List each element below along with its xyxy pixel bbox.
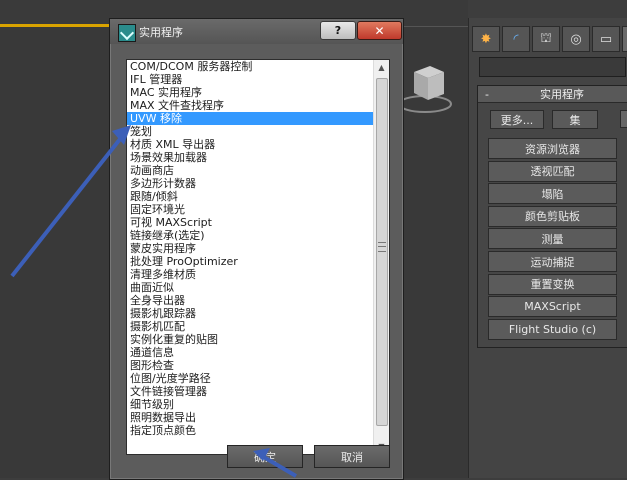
rollout-header[interactable]: - 实用程序 [478,86,627,103]
utilities-icon[interactable]: ⚒ [622,26,627,52]
utility-button[interactable]: 运动捕捉 [488,251,617,272]
list-item[interactable]: 图形检查 [127,359,373,372]
list-item[interactable]: 材质 XML 导出器 [127,138,373,151]
utilities-dialog: 实用程序 ? ✕ COM/DCOM 服务器控制 IFL 管理器 MAC 实用程序 MA… [109,18,404,480]
list-item[interactable]: MAC 实用程序 [127,86,373,99]
list-item[interactable]: 摄影机跟踪器 [127,307,373,320]
utility-button[interactable]: MAXScript [488,296,617,318]
utilities-list: COM/DCOM 服务器控制 IFL 管理器 MAC 实用程序 MAX 文件查找程序 U… [127,60,373,437]
cancel-button[interactable]: 取消 [314,445,390,468]
utility-button[interactable]: 塌陷 [488,183,617,205]
list-item[interactable]: 实例化重复的贴图 [127,333,373,346]
list-item[interactable]: 全身导出器 [127,294,373,307]
list-item[interactable]: 细节级别 [127,398,373,411]
more-button[interactable]: 更多... [490,110,544,129]
collapse-icon[interactable]: - [478,88,496,101]
list-item[interactable]: 通道信息 [127,346,373,359]
utilities-rollout: - 实用程序 更多... 集 资源浏览器 透视匹配 塌陷 颜色剪贴板 测量 运动捕捉 重置变… [477,85,627,348]
list-item[interactable]: 跟随/倾斜 [127,190,373,203]
list-item[interactable]: 蒙皮实用程序 [127,242,373,255]
ok-button[interactable]: 确定 [227,445,303,468]
list-item[interactable]: 场景效果加载器 [127,151,373,164]
hierarchy-icon[interactable]: ⛫ [532,26,560,52]
app-icon [118,24,136,42]
list-item[interactable]: MAX 文件查找程序 [127,99,373,112]
list-item[interactable]: 多边形计数器 [127,177,373,190]
utility-button[interactable]: 颜色剪贴板 [488,205,617,227]
list-item[interactable]: 位图/光度学路径 [127,372,373,385]
list-item[interactable]: 指定顶点颜色 [127,424,373,437]
help-button[interactable]: ? [320,21,356,40]
sets-button[interactable]: 集 [552,110,598,129]
list-item[interactable]: 曲面近似 [127,281,373,294]
display-icon[interactable]: ▭ [592,26,620,52]
list-item[interactable]: 动画商店 [127,164,373,177]
object-name-field[interactable] [479,57,626,77]
list-item[interactable]: UVW 移除 [127,112,373,125]
list-item[interactable]: 文件链接管理器 [127,385,373,398]
utility-button[interactable]: 测量 [488,228,617,250]
list-item[interactable]: 批处理 ProOptimizer [127,255,373,268]
list-item[interactable]: 笼划 [127,125,373,138]
dialog-title: 实用程序 [139,26,183,39]
utility-button[interactable]: 透视匹配 [488,160,617,182]
list-item[interactable]: 照明数据导出 [127,411,373,424]
utility-button[interactable]: 重置变换 [488,273,617,295]
motion-icon[interactable]: ◎ [562,26,590,52]
utilities-listbox[interactable]: COM/DCOM 服务器控制 IFL 管理器 MAC 实用程序 MAX 文件查找程序 U… [126,59,390,455]
close-button[interactable]: ✕ [357,21,402,40]
command-panel-tabs: ✸ ◜ ⛫ ◎ ▭ ⚒ [472,26,627,52]
list-scrollbar[interactable]: ▲ ▼ [373,60,389,454]
rollout-title: 实用程序 [540,88,584,101]
list-item[interactable]: 清理多维材质 [127,268,373,281]
scroll-up-icon[interactable]: ▲ [374,60,389,75]
viewcube-icon[interactable] [396,60,454,118]
list-item[interactable]: 链接继承(选定) [127,229,373,242]
create-icon[interactable]: ✸ [472,26,500,52]
list-item[interactable]: 可视 MAXScript [127,216,373,229]
utility-button[interactable]: Flight Studio (c) [488,318,617,340]
list-item[interactable]: IFL 管理器 [127,73,373,86]
scroll-grip-icon [378,242,386,252]
dialog-titlebar[interactable]: 实用程序 ? ✕ [110,19,403,44]
list-item[interactable]: 摄影机匹配 [127,320,373,333]
list-item[interactable]: 固定环境光 [127,203,373,216]
configure-sets-icon[interactable] [620,110,627,128]
utility-button[interactable]: 资源浏览器 [488,138,617,159]
scroll-thumb[interactable] [376,78,388,426]
list-item[interactable]: COM/DCOM 服务器控制 [127,60,373,73]
modify-icon[interactable]: ◜ [502,26,530,52]
more-sets-row: 更多... 集 [490,110,598,129]
